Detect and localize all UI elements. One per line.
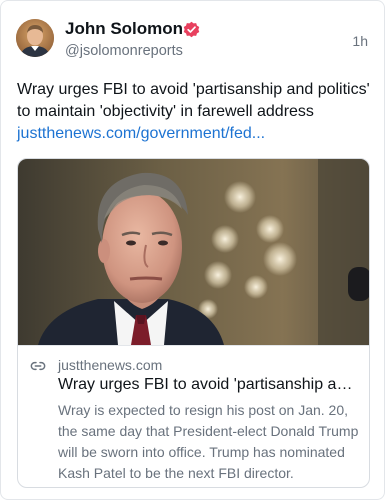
post-link[interactable]: justthenews.com/government/fed... — [17, 125, 265, 142]
link-preview-card[interactable]: justthenews.com Wray urges FBI to avoid … — [17, 158, 370, 488]
card-domain: justthenews.com — [58, 357, 163, 373]
author-handle[interactable]: @jsolomonreports — [65, 42, 183, 60]
card-meta: justthenews.com Wray urges FBI to avoid … — [18, 345, 369, 481]
author-name[interactable]: John Solomon — [65, 19, 183, 39]
post-timestamp[interactable]: 1h — [352, 33, 368, 49]
post-text: Wray urges FBI to avoid 'partisanship an… — [17, 81, 370, 120]
post-card[interactable]: John Solomon @jsolomonreports 1h Wray ur… — [0, 0, 385, 500]
card-title[interactable]: Wray urges FBI to avoid 'partisanship an… — [58, 375, 360, 395]
verified-badge-icon — [183, 21, 200, 38]
author-avatar[interactable] — [16, 19, 54, 57]
link-icon — [30, 361, 46, 371]
post-body: Wray urges FBI to avoid 'partisanship an… — [17, 79, 373, 145]
card-description: Wray is expected to resign his post on J… — [58, 402, 359, 481]
avatar-photo — [16, 19, 54, 57]
card-photo[interactable] — [18, 159, 370, 345]
